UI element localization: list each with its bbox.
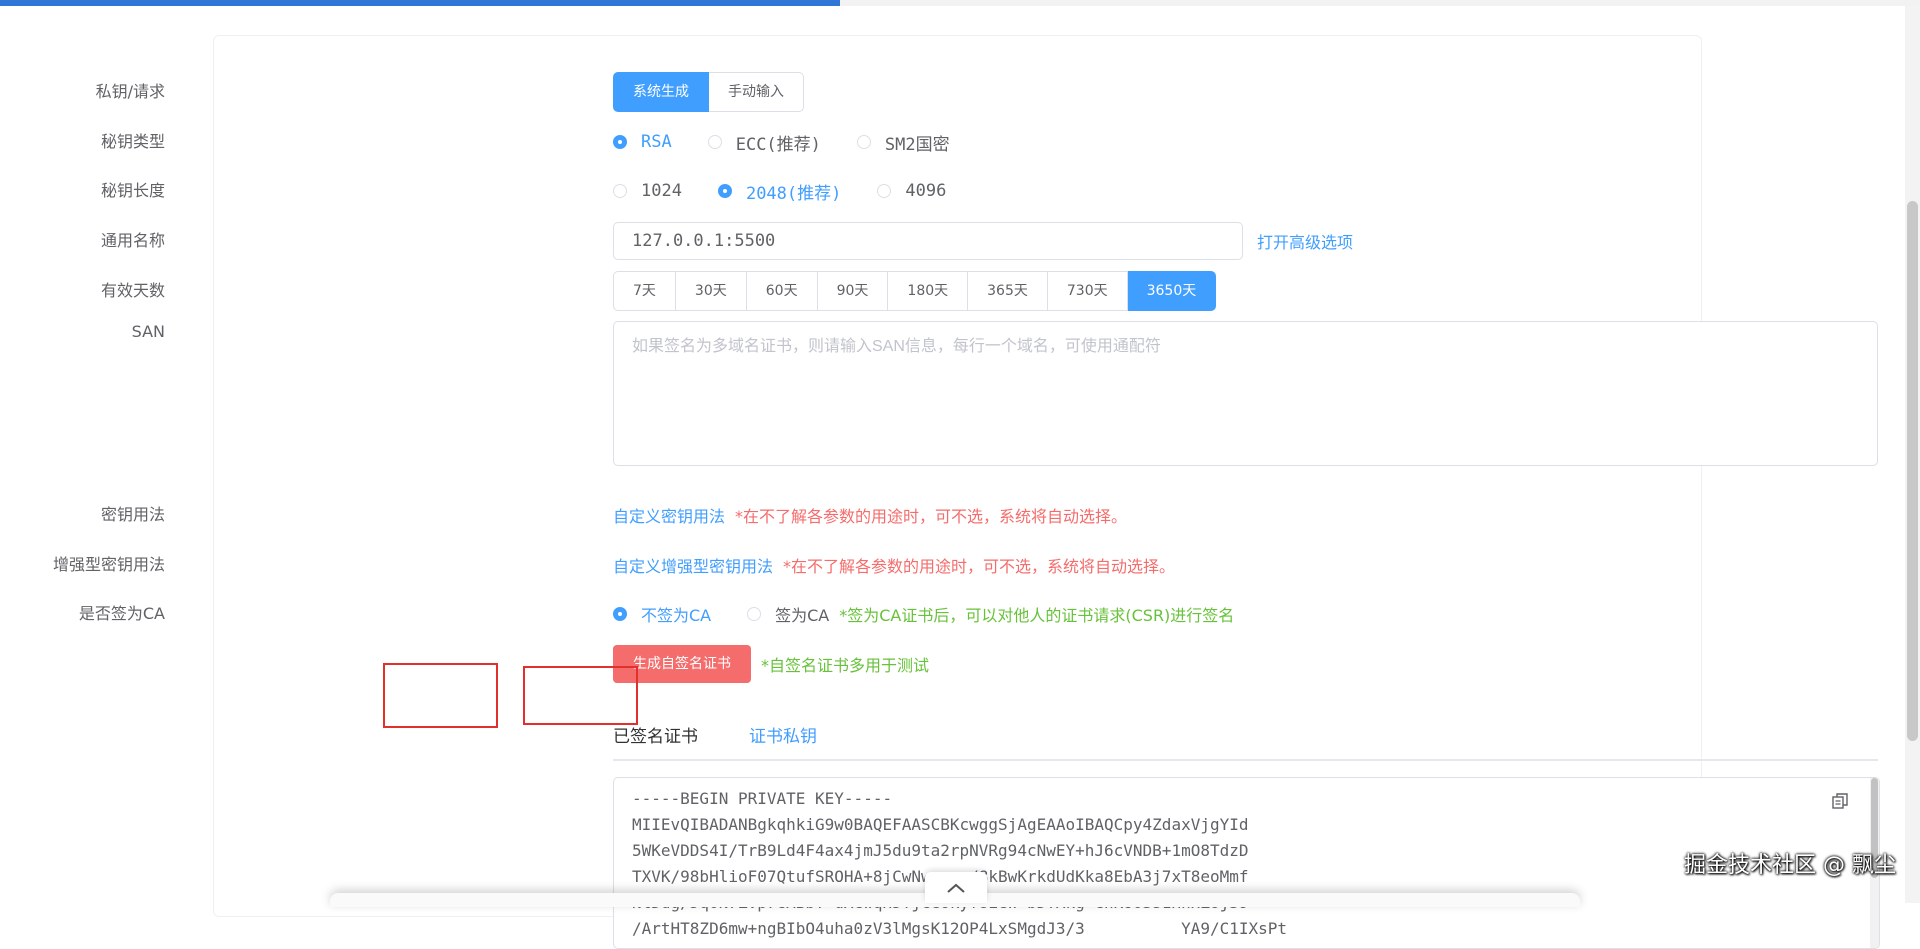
radio-dot-icon <box>877 184 892 198</box>
radio-label: 不签为CA <box>641 606 712 625</box>
radio-dot-icon <box>717 184 732 198</box>
label-common-name: 通用名称 <box>100 231 165 250</box>
option-days-365[interactable]: 365天 <box>968 271 1048 311</box>
radio-1024[interactable]: 1024 <box>613 181 682 201</box>
row-common-name: 通用名称 打开高级选项 <box>101 221 1701 261</box>
option-days-3650[interactable]: 3650天 <box>1127 271 1217 311</box>
radio-ca[interactable]: 签为CA <box>747 602 829 626</box>
validity-days-group: 7天 30天 60天 90天 180天 365天 730天 3650天 <box>613 271 1217 311</box>
generate-note: *自签名证书多用于测试 <box>761 656 930 675</box>
label-validity-days: 有效天数 <box>100 281 165 300</box>
radio-label: RSA <box>641 132 672 152</box>
label-ext-key-usage: 增强型密钥用法 <box>52 555 165 574</box>
row-key-length: 秘钥长度 1024 2048(推荐) 4096 <box>101 171 1701 211</box>
radio-rsa[interactable]: RSA <box>613 132 672 152</box>
generate-field: 生成自签名证书 *自签名证书多用于测试 <box>613 644 929 684</box>
radio-2048[interactable]: 2048(推荐) <box>717 179 842 204</box>
drawer-toggle-button[interactable] <box>925 872 987 903</box>
key-line: MIIEvQIBADANBgkqhkiG9w0BAQEFAASCBKcwggSj… <box>632 815 1249 834</box>
row-key-usage: 密钥用法 自定义密钥用法 *在不了解各参数的用途时，可不选，系统将自动选择。 <box>101 495 1701 535</box>
custom-ext-key-usage-link[interactable]: 自定义增强型密钥用法 <box>613 553 773 577</box>
common-name-input[interactable] <box>613 222 1243 260</box>
option-days-30[interactable]: 30天 <box>675 271 747 311</box>
custom-key-usage-link[interactable]: 自定义密钥用法 <box>613 503 725 527</box>
advanced-options-link[interactable]: 打开高级选项 <box>1257 229 1353 253</box>
output-tabs: 已签名证书 证书私钥 <box>613 706 1878 761</box>
watermark-text: 掘金技术社区 @ 飘尘 <box>1684 853 1896 878</box>
radio-dot-icon <box>707 135 722 149</box>
radio-sm2[interactable]: SM2国密 <box>856 130 950 155</box>
row-validity-days: 有效天数 7天 30天 60天 90天 180天 365天 730天 3650天 <box>101 271 1701 311</box>
option-days-180[interactable]: 180天 <box>888 271 969 311</box>
radio-label: 4096 <box>905 181 947 201</box>
ext-key-usage-note: *在不了解各参数的用途时，可不选，系统将自动选择。 <box>783 557 1176 576</box>
label-private-key-request: 私钥/请求 <box>95 82 165 101</box>
radio-4096[interactable]: 4096 <box>877 181 946 201</box>
row-ext-key-usage: 增强型密钥用法 自定义增强型密钥用法 *在不了解各参数的用途时，可不选，系统将自… <box>53 545 1701 585</box>
key-usage-note: *在不了解各参数的用途时，可不选，系统将自动选择。 <box>735 507 1128 526</box>
label-key-type: 秘钥类型 <box>100 132 165 151</box>
key-length-radios: 1024 2048(推荐) 4096 <box>613 171 982 211</box>
private-key-request-group: 系统生成 手动输入 <box>613 72 804 112</box>
option-days-60[interactable]: 60天 <box>746 271 818 311</box>
radio-dot-icon <box>613 607 627 621</box>
cert-form-card: 私钥/请求 系统生成 手动输入 秘钥类型 RSA ECC(推荐) SM2国密 秘… <box>53 35 1880 949</box>
tab-cert-private-key[interactable]: 证书私钥 <box>749 706 817 757</box>
sign-as-ca-field: 不签为CA 签为CA *签为CA证书后，可以对他人的证书请求(CSR)进行签名 <box>613 594 1234 634</box>
radio-label: ECC(推荐) <box>735 134 821 155</box>
label-sign-as-ca: 是否签为CA <box>78 604 165 623</box>
page-scrollbar[interactable] <box>1905 6 1920 903</box>
label-san: SAN <box>131 322 165 341</box>
radio-not-ca[interactable]: 不签为CA <box>613 602 711 626</box>
common-name-field: 打开高级选项 <box>613 221 1353 261</box>
san-textarea[interactable] <box>613 321 1878 466</box>
label-key-length: 秘钥长度 <box>100 181 165 200</box>
chevron-up-icon <box>947 883 965 893</box>
radio-ecc[interactable]: ECC(推荐) <box>707 130 821 155</box>
copy-icon[interactable] <box>1831 792 1849 810</box>
radio-dot-icon <box>856 135 871 149</box>
row-san: SAN <box>132 321 1878 466</box>
radio-label: 1024 <box>641 181 682 201</box>
row-key-type: 秘钥类型 RSA ECC(推荐) SM2国密 <box>101 122 1701 162</box>
row-private-key-request: 私钥/请求 系统生成 手动输入 <box>96 72 1701 112</box>
ext-key-usage-field: 自定义增强型密钥用法 *在不了解各参数的用途时，可不选，系统将自动选择。 <box>613 545 1175 585</box>
option-days-730[interactable]: 730天 <box>1047 271 1128 311</box>
key-usage-field: 自定义密钥用法 *在不了解各参数的用途时，可不选，系统将自动选择。 <box>613 495 1127 535</box>
row-generate: 生成自签名证书 *自签名证书多用于测试 <box>214 644 1701 684</box>
key-type-radios: RSA ECC(推荐) SM2国密 <box>613 122 986 162</box>
private-key-text: -----BEGIN PRIVATE KEY----- MIIEvQIBADAN… <box>632 786 1287 942</box>
radio-dot-icon <box>747 607 762 621</box>
page-loading-progress-fill <box>0 0 840 6</box>
tab-signed-cert[interactable]: 已签名证书 <box>613 706 698 757</box>
option-manual-input[interactable]: 手动输入 <box>709 72 804 112</box>
sign-as-ca-note: *签为CA证书后，可以对他人的证书请求(CSR)进行签名 <box>839 606 1235 625</box>
radio-label: SM2国密 <box>884 134 950 155</box>
page-loading-progress <box>0 0 1920 6</box>
key-line: /ArtHT8ZD6mw+ngBIbO4uha0zV3lMgsK12OP4LxS… <box>632 919 1288 938</box>
page-scrollbar-thumb[interactable] <box>1907 201 1918 741</box>
key-line: 5WKeVDDS4I/TrB9Ld4F4ax4jmJ5du9ta2rpNVRg9… <box>632 841 1249 860</box>
option-system-generate[interactable]: 系统生成 <box>613 72 709 112</box>
radio-label: 签为CA <box>775 606 830 625</box>
generate-self-signed-button[interactable]: 生成自签名证书 <box>613 645 751 683</box>
option-days-90[interactable]: 90天 <box>817 271 889 311</box>
label-key-usage: 密钥用法 <box>100 505 165 524</box>
radio-dot-icon <box>613 184 627 198</box>
key-line: -----BEGIN PRIVATE KEY----- <box>632 789 893 808</box>
radio-dot-icon <box>613 135 627 149</box>
option-days-7[interactable]: 7天 <box>613 271 676 311</box>
row-sign-as-ca: 是否签为CA 不签为CA 签为CA *签为CA证书后，可以对他人的证书请求(CS… <box>79 594 1701 634</box>
radio-label: 2048(推荐) <box>745 183 842 204</box>
